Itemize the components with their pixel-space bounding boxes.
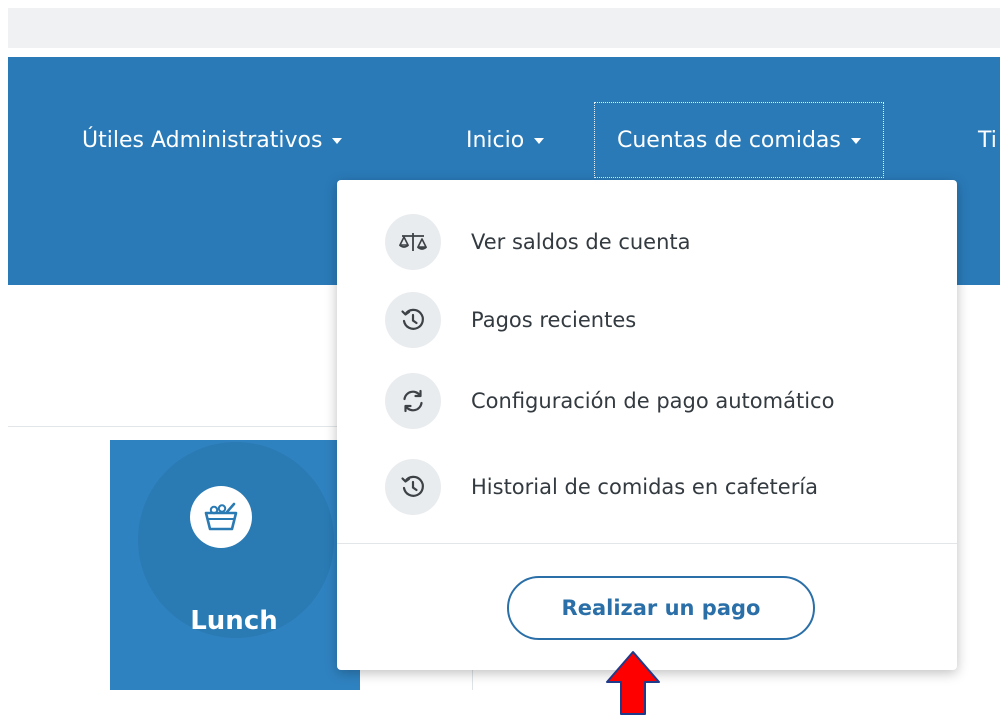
- red-up-arrow-icon: [606, 651, 660, 715]
- menu-item-pagos-recientes[interactable]: Pagos recientes: [385, 292, 636, 348]
- menu-item-historial-comidas-label: Historial de comidas en cafetería: [471, 475, 819, 499]
- lunch-card[interactable]: Lunch: [110, 440, 360, 690]
- nav-utiles-label: Útiles Administrativos: [82, 127, 323, 153]
- menu-item-ver-saldos[interactable]: Ver saldos de cuenta: [385, 214, 691, 270]
- content-divider: [8, 426, 368, 427]
- nav-utiles-administrativos[interactable]: Útiles Administrativos: [82, 103, 343, 177]
- nav-item-truncated[interactable]: Ti: [978, 103, 997, 177]
- history-icon: [385, 459, 441, 515]
- nav-truncated-label: Ti: [978, 127, 997, 153]
- make-payment-button[interactable]: Realizar un pago: [507, 576, 815, 640]
- sync-icon: [385, 373, 441, 429]
- chevron-down-icon: [534, 138, 545, 144]
- top-strip: [8, 8, 1000, 48]
- menu-item-pago-automatico-label: Configuración de pago automático: [471, 389, 835, 413]
- lunch-basket-icon: [204, 502, 238, 531]
- balance-scale-icon: [385, 214, 441, 270]
- nav-cuentas-label: Cuentas de comidas: [617, 127, 841, 153]
- lunch-icon-badge: [190, 486, 252, 548]
- history-icon: [385, 292, 441, 348]
- nav-inicio-label: Inicio: [466, 127, 525, 153]
- nav-cuentas-de-comidas[interactable]: Cuentas de comidas: [594, 102, 884, 178]
- nav-inicio[interactable]: Inicio: [466, 103, 545, 177]
- menu-item-ver-saldos-label: Ver saldos de cuenta: [471, 230, 691, 254]
- menu-item-pago-automatico[interactable]: Configuración de pago automático: [385, 373, 834, 429]
- lunch-card-label: Lunch: [190, 606, 278, 636]
- chevron-down-icon: [332, 138, 343, 144]
- dropdown-separator: [337, 543, 957, 544]
- meal-accounts-dropdown: Ver saldos de cuenta Pagos recientes Con…: [337, 180, 957, 670]
- menu-item-pagos-recientes-label: Pagos recientes: [471, 308, 637, 332]
- chevron-down-icon: [850, 138, 861, 144]
- menu-item-historial-comidas[interactable]: Historial de comidas en cafetería: [385, 459, 818, 515]
